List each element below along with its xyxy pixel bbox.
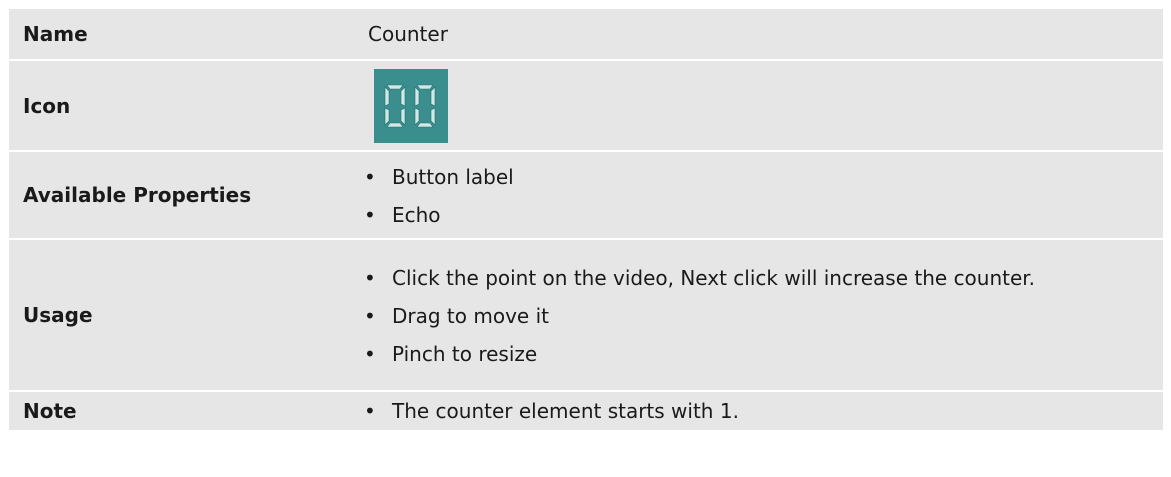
row-value-properties: Button label Echo [354,151,1163,240]
list-item: Pinch to resize [354,341,1143,367]
usage-list: Click the point on the video, Next click… [354,265,1143,367]
row-value-note: The counter element starts with 1. [354,391,1163,430]
row-label-name: Name [9,9,354,61]
row-value-usage: Click the point on the video, Next click… [354,239,1163,392]
list-item: Click the point on the video, Next click… [354,265,1143,291]
table-row-name: Name Counter [9,9,1163,61]
row-label-note: Note [23,399,77,423]
list-item: The counter element starts with 1. [354,398,1143,424]
table-row-note: Note The counter element starts with 1. [9,391,1163,430]
list-item: Drag to move it [354,303,1143,329]
note-list: The counter element starts with 1. [354,398,1143,424]
list-item: Button label [354,164,1143,190]
table-row-icon: Icon [9,60,1163,152]
row-label-properties: Available Properties [9,151,354,240]
row-value-icon [354,60,1163,152]
list-item: Echo [354,202,1143,228]
table-row-properties: Available Properties Button label Echo [9,151,1163,240]
element-name-value: Counter [368,22,448,46]
row-value-name: Counter [354,9,1163,61]
row-label-usage: Usage [9,239,354,392]
row-label-icon: Icon [9,60,354,152]
properties-list: Button label Echo [354,164,1143,228]
table-row-usage: Usage Click the point on the video, Next… [9,239,1163,392]
counter-icon [374,68,448,143]
element-info-table: Name Counter Icon Available Properties •… [9,9,1163,430]
